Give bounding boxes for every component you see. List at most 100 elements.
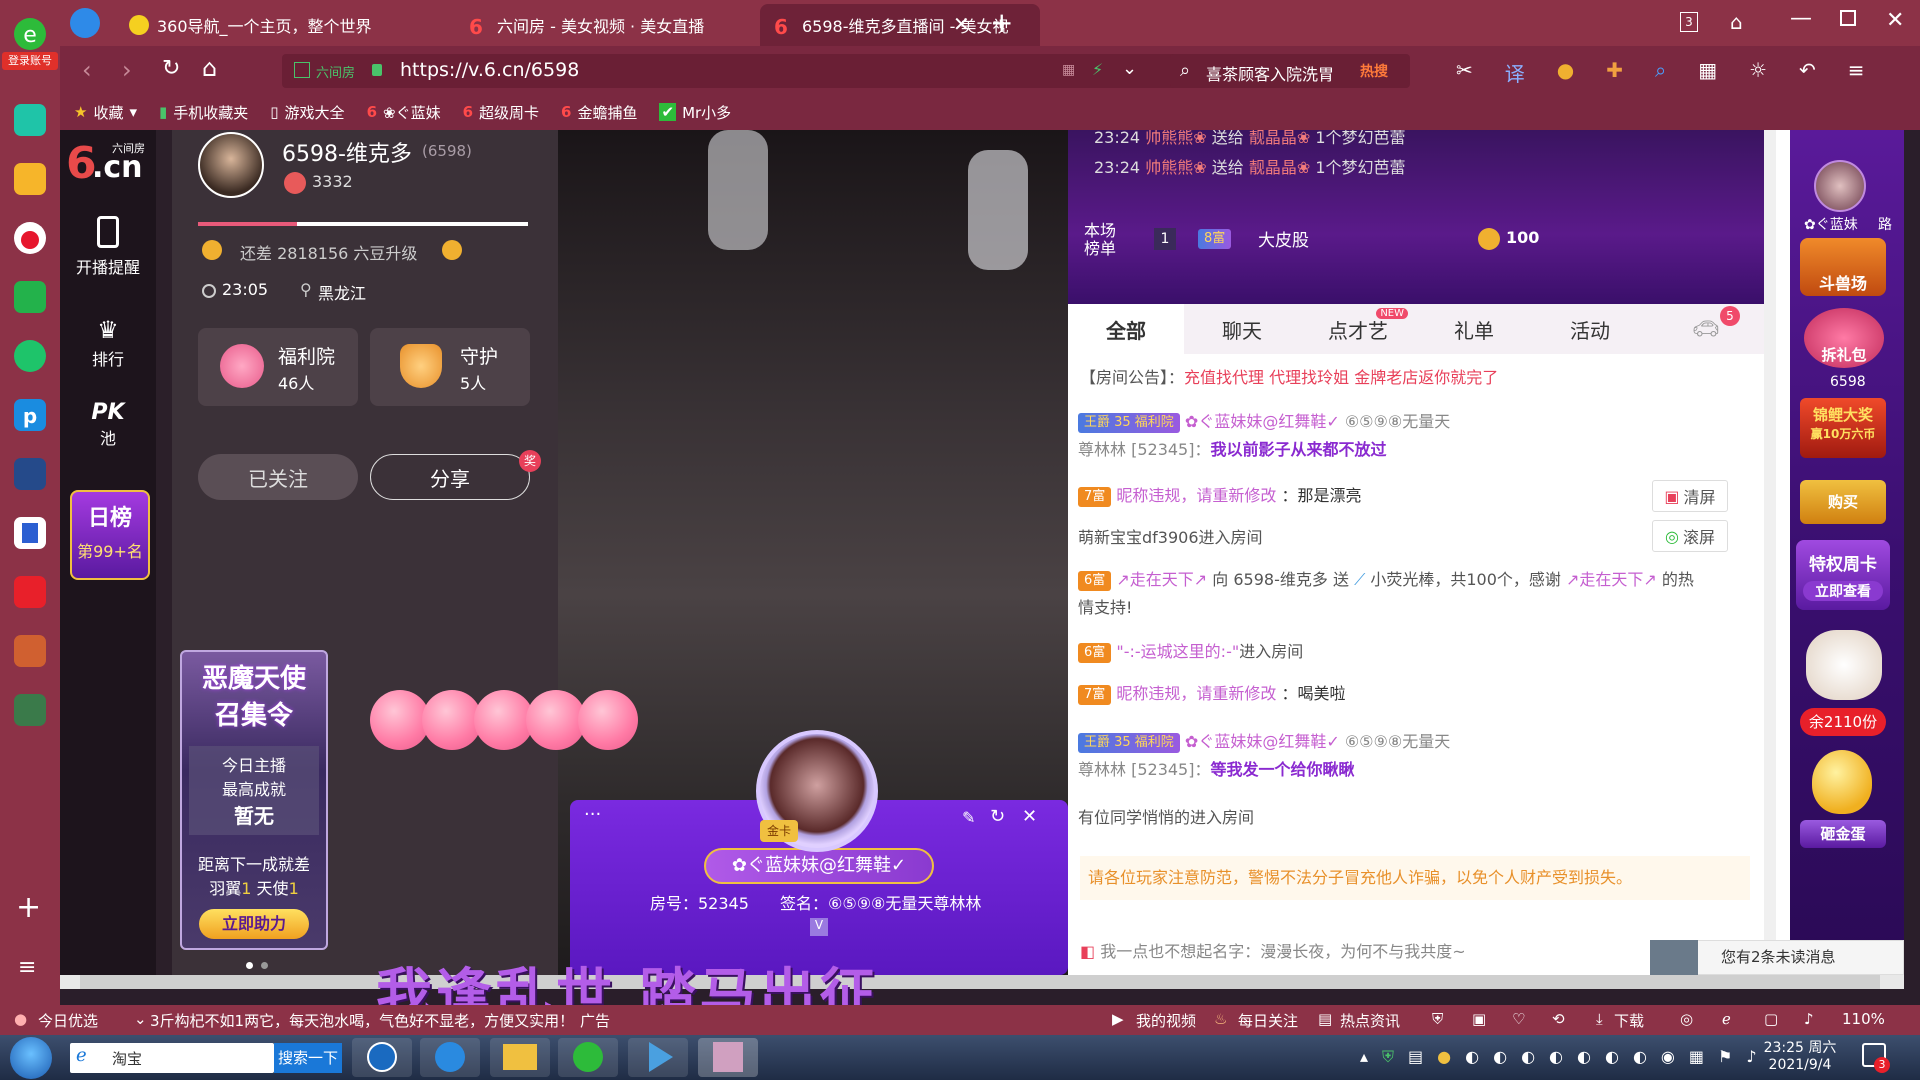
tray-360-icon[interactable]: ● bbox=[1437, 1047, 1451, 1067]
document-icon[interactable] bbox=[14, 517, 46, 549]
welfare-card[interactable]: 福利院 46人 bbox=[198, 328, 358, 406]
forward-button[interactable]: › bbox=[122, 56, 132, 84]
tab-car[interactable]: 🚗︎ 5 bbox=[1648, 304, 1764, 354]
game-icon[interactable] bbox=[14, 635, 46, 667]
loop-icon[interactable] bbox=[14, 340, 46, 372]
taskbar-search-button[interactable]: 搜索一下 bbox=[274, 1043, 342, 1073]
close-popup-icon[interactable]: ✕ bbox=[1022, 806, 1037, 827]
share-icon[interactable]: ⟲ bbox=[1552, 1010, 1565, 1028]
search-box[interactable]: ⌕ 喜茶顾客入院洗胃 热搜 bbox=[1170, 54, 1410, 88]
bookmark-lanmei[interactable]: 6 ❀ぐ蓝妹 bbox=[367, 102, 441, 123]
nav-ranking[interactable]: ♛ 排行 bbox=[60, 316, 156, 370]
tray-qq-icon[interactable]: ◐ bbox=[1465, 1047, 1479, 1067]
tray-shield-icon[interactable]: ⛨ bbox=[1382, 1047, 1394, 1067]
pager-dot[interactable] bbox=[246, 962, 253, 969]
tray-qq-icon[interactable]: ◐ bbox=[1633, 1047, 1647, 1067]
weibo-icon[interactable] bbox=[14, 222, 46, 254]
pager-dot[interactable] bbox=[261, 962, 268, 969]
send-icon[interactable] bbox=[70, 8, 100, 38]
guard-card[interactable]: 守护 5人 bbox=[370, 328, 530, 406]
tab-6cn-home[interactable]: 6 六间房 - 美女视频 · 美女直播 bbox=[455, 4, 755, 46]
bookmark-games[interactable]: ▯ 游戏大全 bbox=[270, 102, 344, 123]
tab-360[interactable]: 360导航_一个主页，整个世界 bbox=[115, 4, 455, 46]
status-hot-news[interactable]: 热点资讯 bbox=[1340, 1010, 1400, 1031]
status-download[interactable]: 下载 bbox=[1614, 1010, 1644, 1031]
tray-app-icon[interactable]: ◉ bbox=[1661, 1047, 1675, 1067]
back-button[interactable]: ‹ bbox=[82, 56, 92, 84]
taskbar-search-input[interactable]: 淘宝 bbox=[112, 1048, 142, 1069]
golden-egg-icon[interactable] bbox=[1812, 750, 1872, 814]
heart-outline-icon[interactable]: ♡ bbox=[1512, 1010, 1525, 1028]
undo-icon[interactable]: ↶ bbox=[1799, 58, 1816, 87]
xiaohongshu-icon[interactable] bbox=[14, 576, 46, 608]
qr-icon[interactable]: ▦ bbox=[1062, 62, 1075, 78]
bookmark-mobile[interactable]: ▮ 手机收藏夹 bbox=[159, 102, 248, 123]
game2-icon[interactable] bbox=[14, 694, 46, 726]
tab-close-icon[interactable]: ✕ bbox=[953, 12, 970, 36]
site-logo[interactable]: 6 .cn 六间房 bbox=[66, 138, 156, 189]
refresh-button[interactable]: ↻ bbox=[162, 56, 180, 81]
streamer-avatar[interactable] bbox=[198, 132, 264, 198]
star-icon[interactable] bbox=[14, 163, 46, 195]
refresh-icon[interactable]: ↻ bbox=[990, 806, 1005, 827]
search-input[interactable]: 喜茶顾客入院洗胃 bbox=[1206, 61, 1334, 85]
chat-scrollbar[interactable] bbox=[1764, 130, 1776, 975]
koi-prize-button[interactable]: 锦鲤大奖 赢10万六币 bbox=[1800, 398, 1886, 458]
lucky-cat-icon[interactable] bbox=[1806, 630, 1882, 700]
status-ad-text[interactable]: 3斤构杞不如1两它，每天泡水喝，气色好不显老，方便又实用！ bbox=[150, 1010, 590, 1031]
chat-user[interactable]: ✿ぐ蓝妹妹@红舞鞋✓ bbox=[1185, 732, 1340, 751]
close-window-button[interactable]: ✕ bbox=[1886, 8, 1904, 33]
more-icon[interactable]: ··· bbox=[584, 804, 601, 825]
arena-button[interactable]: 斗兽场 bbox=[1800, 238, 1886, 296]
magnify-icon[interactable]: ⌕ bbox=[1655, 58, 1666, 87]
status-today-pick[interactable]: 今日优选 bbox=[38, 1010, 98, 1031]
zoom-level[interactable]: 110% bbox=[1842, 1010, 1885, 1028]
tab-all[interactable]: 全部 bbox=[1068, 304, 1184, 354]
maximize-button[interactable] bbox=[1840, 10, 1856, 26]
horizontal-scrollbar[interactable] bbox=[60, 975, 1904, 989]
add-icon[interactable]: + bbox=[16, 890, 41, 925]
tray-qq-icon[interactable]: ◐ bbox=[1493, 1047, 1507, 1067]
chat-user[interactable]: 昵称违规，请重新修改 bbox=[1116, 486, 1276, 505]
chat-user[interactable]: "-:-运城这里的:-" bbox=[1116, 642, 1239, 661]
tray-qq-icon[interactable]: ◐ bbox=[1549, 1047, 1563, 1067]
chat-user[interactable]: 昵称违规，请重新修改 bbox=[1116, 684, 1276, 703]
banner-pager[interactable] bbox=[246, 962, 276, 970]
speed-icon[interactable]: ◎ bbox=[1680, 1010, 1693, 1028]
mail-icon[interactable] bbox=[14, 281, 46, 313]
edit-icon[interactable]: ✎ bbox=[962, 808, 975, 827]
tray-doc-icon[interactable]: ▤ bbox=[1408, 1047, 1423, 1067]
session-board-label[interactable]: 本场 榜单 bbox=[1084, 222, 1116, 258]
chat-user[interactable]: ✿ぐ蓝妹妹@红舞鞋✓ bbox=[1185, 412, 1340, 431]
chat-user[interactable]: ↗走在天下↗ bbox=[1566, 570, 1657, 589]
chat-user[interactable]: ↗走在天下↗ bbox=[1116, 570, 1207, 589]
url-dropdown-icon[interactable]: ⌄ bbox=[1122, 58, 1137, 79]
start-button[interactable] bbox=[10, 1037, 52, 1079]
bookmark-weekly[interactable]: 6 超级周卡 bbox=[463, 102, 539, 123]
hamburger-icon[interactable]: ≡ bbox=[1848, 58, 1865, 87]
status-daily-follow[interactable]: 每日关注 bbox=[1238, 1010, 1298, 1031]
browser-logo-icon[interactable]: e bbox=[8, 12, 52, 56]
tray-network-icon[interactable]: ▦ bbox=[1689, 1047, 1704, 1067]
taskbar-app-player[interactable] bbox=[628, 1038, 688, 1077]
app-icon-1[interactable] bbox=[14, 104, 46, 136]
gift-box-button[interactable]: 拆礼包 bbox=[1804, 308, 1884, 368]
tray-flag-icon[interactable]: ⚑ bbox=[1718, 1047, 1732, 1067]
tray-up-icon[interactable]: ▴ bbox=[1360, 1047, 1368, 1067]
tab-count[interactable]: 3 bbox=[1680, 12, 1698, 32]
tab-chat[interactable]: 聊天 bbox=[1184, 304, 1300, 354]
tab-talent[interactable]: 点才艺 NEW bbox=[1300, 304, 1416, 354]
bookmark-fishing[interactable]: 6 金蟾捕鱼 bbox=[561, 102, 637, 123]
hot-search-badge[interactable]: 热搜 bbox=[1360, 61, 1388, 81]
sun-icon[interactable]: ☼ bbox=[1749, 58, 1767, 87]
coin-icon[interactable]: ● bbox=[1557, 58, 1574, 87]
clear-screen-button[interactable]: ▣ 清屏 bbox=[1652, 480, 1728, 512]
privilege-card-button[interactable]: 特权周卡 立即查看 bbox=[1796, 540, 1890, 610]
tray-qq-icon[interactable]: ◐ bbox=[1577, 1047, 1591, 1067]
gamepad-icon[interactable]: ✚ bbox=[1606, 58, 1623, 87]
buy-button[interactable]: 购买 bbox=[1800, 480, 1886, 524]
event-banner[interactable]: 恶魔天使 召集令 今日主播 最高成就 暂无 距离下一成就差 羽翼1 天使1 立即… bbox=[180, 650, 328, 950]
translate-icon[interactable]: 译 bbox=[1505, 58, 1525, 87]
taskbar-search[interactable]: ℯ 淘宝 bbox=[70, 1043, 274, 1073]
daily-rank-card[interactable]: 日榜 第99+名 bbox=[70, 490, 150, 580]
